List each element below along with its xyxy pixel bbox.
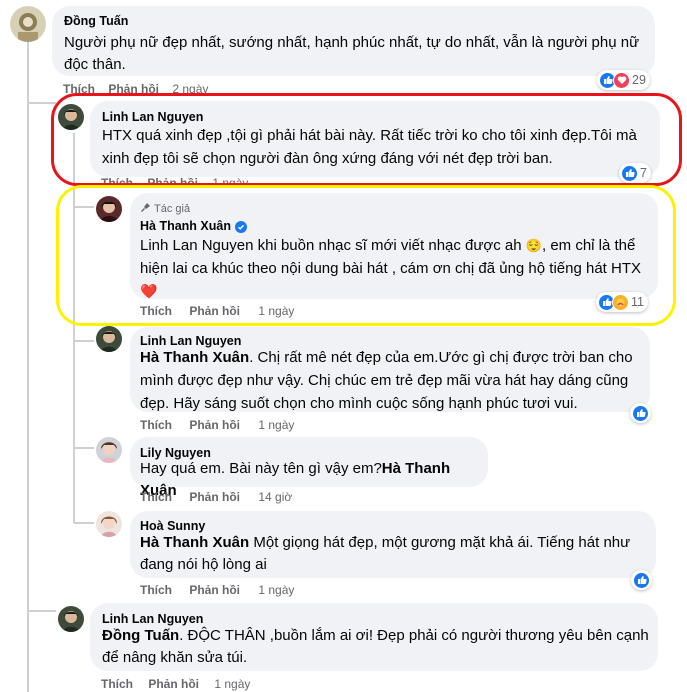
love-icon (613, 71, 630, 89)
reply-button[interactable]: Phản hồi (189, 490, 240, 504)
like-icon (633, 571, 650, 589)
like-button[interactable]: Thích (140, 418, 172, 432)
comment-actions: Thích Phản hồi 14 giờ (140, 490, 292, 504)
thread-connector (74, 340, 94, 342)
commenter-name[interactable]: Đồng Tuấn (64, 14, 128, 28)
comment-actions: Thích Phản hồi 1 ngày (140, 418, 294, 432)
commenter-name[interactable]: Linh Lan Nguyen (102, 612, 203, 626)
comment-bubble: Hoà Sunny Hà Thanh Xuân Một giọng hát đẹ… (130, 511, 656, 578)
reaction-summary[interactable] (631, 570, 652, 590)
reply-button[interactable]: Phản hồi (189, 418, 240, 432)
avatar[interactable] (96, 511, 122, 537)
red-highlight-annotation (51, 93, 682, 186)
mention-link[interactable]: Hà Thanh Xuân (140, 534, 249, 551)
reaction-summary[interactable]: 29 (597, 70, 650, 90)
mention-link[interactable]: Hà Thanh Xuân (140, 349, 249, 366)
comment-bubble: Lily Nguyen Hay quá em. Bài này tên gì v… (130, 437, 488, 499)
mention-link[interactable]: Đồng Tuấn (102, 627, 179, 644)
comment-actions: Thích Phản hồi 1 ngày (140, 583, 294, 597)
comment-timestamp[interactable]: 1 ngày (214, 677, 250, 691)
like-icon (632, 404, 649, 422)
commenter-name[interactable]: Hoà Sunny (140, 519, 205, 533)
like-button[interactable]: Thích (140, 583, 172, 597)
thread-line (27, 42, 29, 692)
comment-actions: Thích Phản hồi 1 ngày (101, 677, 250, 691)
comment-text: Hà Thanh Xuân. Chị rất mê nét đẹp của em… (140, 349, 633, 412)
thread-connector (28, 102, 56, 104)
thread-connector (74, 522, 94, 524)
thread-connector (74, 447, 94, 449)
avatar[interactable] (10, 6, 46, 42)
reply-button[interactable]: Phản hồi (148, 677, 199, 691)
avatar[interactable] (96, 326, 122, 352)
comment-text: Người phụ nữ đẹp nhất, sướng nhất, hạnh … (64, 34, 640, 73)
comment-bubble: Linh Lan Nguyen Hà Thanh Xuân. Chị rất m… (130, 327, 650, 412)
comment-text: Hà Thanh Xuân Một giọng hát đẹp, một gươ… (140, 534, 631, 573)
like-button[interactable]: Thích (101, 677, 133, 691)
comment-timestamp[interactable]: 1 ngày (258, 583, 294, 597)
thread-line (27, 598, 29, 618)
comment-bubble: Linh Lan Nguyen Đồng Tuấn. ĐỘC THÂN ,buồ… (90, 603, 658, 671)
comment-timestamp[interactable]: 1 ngày (258, 418, 294, 432)
yellow-highlight-annotation (56, 185, 676, 326)
avatar[interactable] (58, 606, 84, 632)
comment-bubble: Đồng Tuấn Người phụ nữ đẹp nhất, sướng n… (52, 6, 655, 76)
like-button[interactable]: Thích (140, 490, 172, 504)
comment-timestamp[interactable]: 14 giờ (258, 490, 292, 504)
reaction-count: 29 (632, 73, 646, 87)
thread-connector (28, 610, 56, 612)
reply-button[interactable]: Phản hồi (189, 583, 240, 597)
avatar[interactable] (96, 437, 122, 463)
comment-text: Đồng Tuấn. ĐỘC THÂN ,buồn lắm ai ơi! Đẹp… (102, 627, 649, 666)
reaction-summary[interactable] (630, 403, 651, 423)
